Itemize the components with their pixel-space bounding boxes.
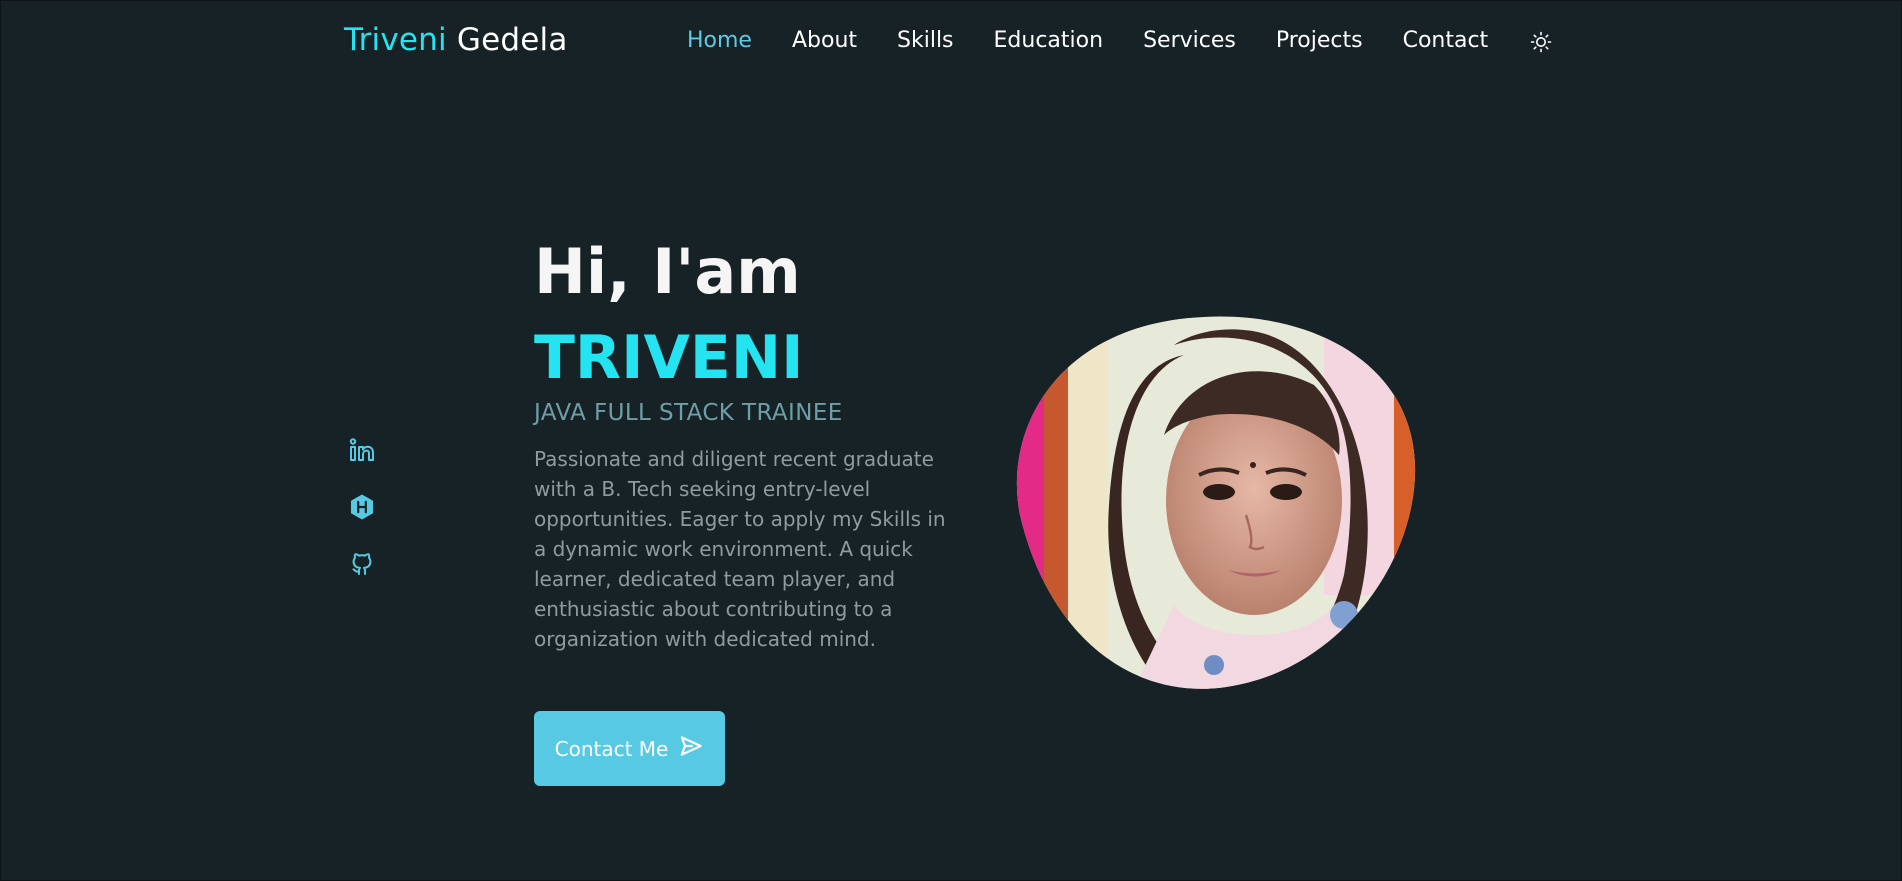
nav-item-home[interactable]: Home <box>687 28 752 53</box>
hero-greeting: Hi, I'am <box>534 235 801 308</box>
site-logo[interactable]: Triveni Gedela <box>344 22 568 58</box>
logo-last-name: Gedela <box>456 22 568 58</box>
nav-item-projects[interactable]: Projects <box>1276 28 1363 53</box>
logo-first-name: Triveni <box>344 22 447 58</box>
nav-item-about[interactable]: About <box>792 28 857 53</box>
sun-icon[interactable] <box>1529 30 1553 54</box>
nav-item-education[interactable]: Education <box>994 28 1104 53</box>
nav-item-skills[interactable]: Skills <box>897 28 954 53</box>
hero-name: TRIVENI <box>534 323 804 393</box>
contact-me-button[interactable]: Contact Me <box>534 711 725 786</box>
nav-item-services[interactable]: Services <box>1143 28 1236 53</box>
nav-item-contact[interactable]: Contact <box>1403 28 1489 53</box>
hashnode-icon[interactable] <box>348 493 376 521</box>
main-nav: Home About Skills Education Services Pro… <box>687 28 1528 53</box>
contact-me-label: Contact Me <box>554 736 669 761</box>
linkedin-icon[interactable] <box>348 436 376 464</box>
profile-photo <box>1014 315 1416 689</box>
github-icon[interactable] <box>348 550 376 578</box>
site-header: Triveni Gedela Home About Skills Educati… <box>0 0 1902 86</box>
social-links <box>348 436 376 607</box>
hero-section: Hi, I'am TRIVENI JAVA FULL STACK TRAINEE… <box>534 232 974 654</box>
hero-description: Passionate and diligent recent graduate … <box>534 447 946 651</box>
hero-role: JAVA FULL STACK TRAINEE <box>534 400 843 426</box>
send-icon <box>678 733 704 764</box>
